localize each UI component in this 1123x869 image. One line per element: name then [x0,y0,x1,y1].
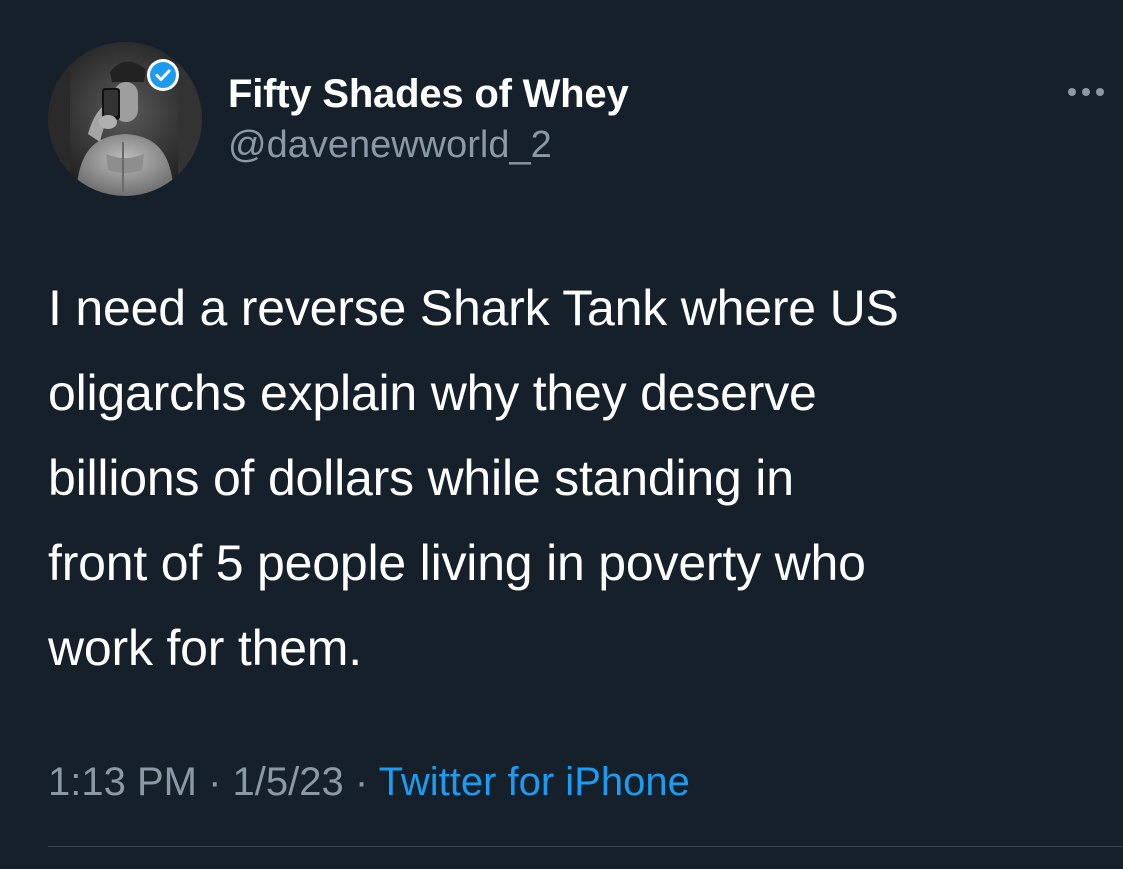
tweet-text-line: billions of dollars while standing in [48,450,794,506]
verified-badge-icon [147,59,179,91]
tweet-text-line: oligarchs explain why they deserve [48,365,817,421]
more-horizontal-icon-dot [1082,88,1090,96]
tweet-text-line: work for them. [48,620,362,676]
tweet: Fifty Shades of Whey @davenewworld_2 I n… [0,0,1123,869]
meta-separator: · [208,760,222,804]
author-info[interactable]: Fifty Shades of Whey @davenewworld_2 [228,70,629,168]
divider [48,846,1123,847]
more-options-button[interactable] [1068,80,1120,104]
tweet-date[interactable]: 1/5/23 [233,760,344,804]
tweet-time[interactable]: 1:13 PM [48,760,197,804]
tweet-meta: 1:13 PM · 1/5/23 · Twitter for iPhone [48,756,690,808]
handle[interactable]: @davenewworld_2 [228,122,629,168]
meta-separator: · [354,760,369,804]
tweet-source-link[interactable]: Twitter for iPhone [379,760,690,804]
tweet-text: I need a reverse Shark Tank where US oli… [48,266,1114,691]
tweet-text-line: front of 5 people living in poverty who [48,535,866,591]
display-name[interactable]: Fifty Shades of Whey [228,70,629,118]
more-horizontal-icon [1068,88,1076,96]
more-horizontal-icon-dot [1096,88,1104,96]
avatar[interactable] [48,42,202,196]
tweet-text-line: I need a reverse Shark Tank where US [48,280,899,336]
